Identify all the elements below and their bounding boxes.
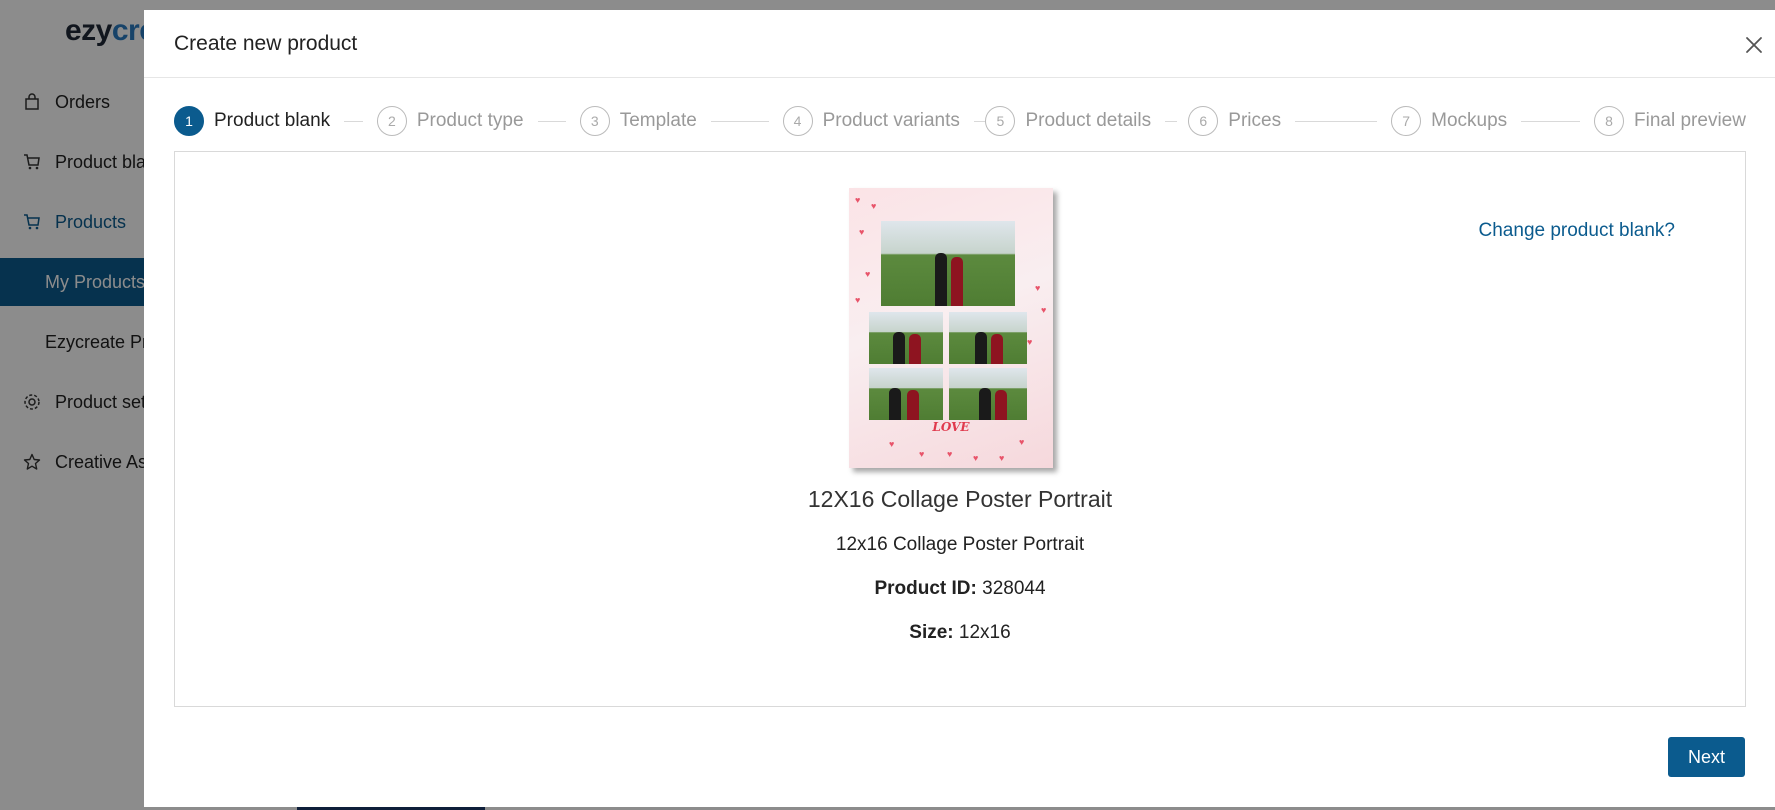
collage-photo	[869, 368, 943, 420]
step-label: Product variants	[822, 110, 960, 131]
step-final-preview[interactable]: 8 Final preview	[1594, 106, 1746, 136]
step-prices[interactable]: 6 Prices	[1188, 106, 1391, 136]
step-connector	[344, 120, 363, 122]
modal-header: Create new product	[144, 10, 1775, 78]
collage-photo	[949, 368, 1027, 420]
step-number: 3	[579, 106, 610, 136]
product-title: 12X16 Collage Poster Portrait	[807, 486, 1113, 512]
step-connector	[537, 120, 566, 122]
step-connector	[710, 120, 769, 122]
product-id: Product ID: 328044	[175, 578, 1745, 600]
poster-love-text: LOVE	[932, 420, 970, 434]
collage-photo	[869, 312, 943, 364]
modal-title: Create new product	[174, 31, 358, 55]
close-icon[interactable]	[1741, 32, 1767, 58]
step-label: Template	[619, 110, 697, 131]
product-size-value: 12x16	[958, 622, 1011, 643]
step-product-details[interactable]: 5 Product details	[985, 106, 1188, 136]
product-id-value: 328044	[982, 578, 1046, 599]
step-label: Final preview	[1634, 110, 1746, 131]
step-connector	[1295, 120, 1378, 122]
step-product-type[interactable]: 2 Product type	[376, 106, 580, 136]
step-number: 1	[174, 106, 204, 136]
product-blank-panel: Change product blank? LOVE ♥ ♥ ♥ ♥ ♥ ♥ ♥…	[174, 151, 1746, 707]
product-subtitle: 12x16 Collage Poster Portrait	[835, 534, 1085, 555]
step-connector	[1521, 120, 1581, 122]
step-product-blank[interactable]: 1 Product blank	[174, 106, 377, 136]
step-connector	[973, 120, 986, 122]
step-number: 5	[985, 106, 1016, 136]
change-product-blank-link[interactable]: Change product blank?	[1479, 220, 1675, 242]
stepper: 1 Product blank 2 Product type 3 Templat…	[174, 106, 1746, 136]
step-number: 4	[782, 106, 813, 136]
step-label: Prices	[1228, 110, 1282, 131]
collage-photo	[881, 221, 1015, 306]
step-number: 7	[1391, 106, 1422, 136]
step-label: Product details	[1025, 110, 1152, 131]
step-product-variants[interactable]: 4 Product variants	[782, 106, 986, 136]
product-size: Size: 12x16	[175, 622, 1745, 644]
next-button[interactable]: Next	[1668, 737, 1745, 777]
step-number: 6	[1188, 106, 1219, 136]
step-number: 2	[376, 106, 407, 136]
product-preview-image: LOVE ♥ ♥ ♥ ♥ ♥ ♥ ♥ ♥ ♥ ♥ ♥ ♥ ♥ ♥	[849, 188, 1053, 468]
step-connector	[1165, 120, 1178, 122]
collage-photo	[949, 312, 1027, 364]
step-template[interactable]: 3 Template	[579, 106, 783, 136]
product-id-label: Product ID:	[874, 578, 977, 599]
step-label: Product type	[416, 110, 524, 131]
create-product-modal: Create new product 1 Product blank 2 Pro…	[144, 10, 1775, 807]
step-number: 8	[1594, 106, 1625, 136]
step-mockups[interactable]: 7 Mockups	[1391, 106, 1594, 136]
step-label: Product blank	[214, 110, 331, 131]
product-size-label: Size:	[909, 622, 954, 643]
step-label: Mockups	[1431, 110, 1508, 131]
